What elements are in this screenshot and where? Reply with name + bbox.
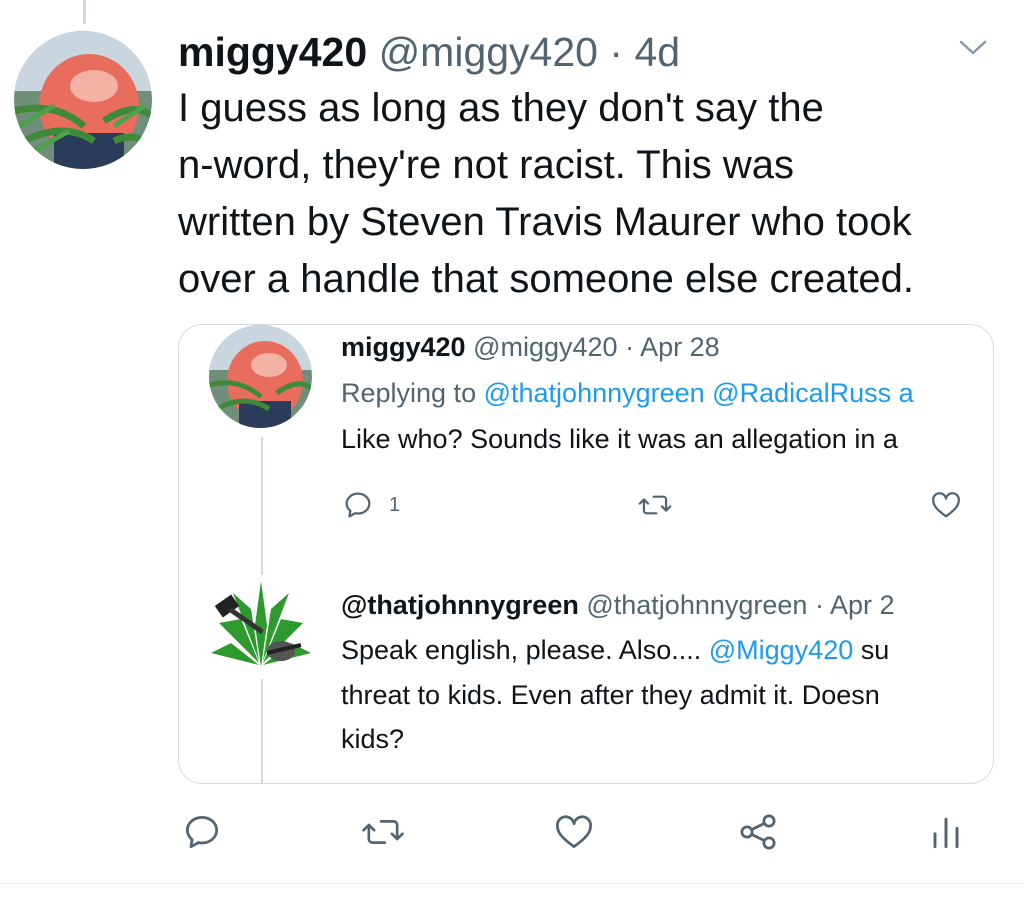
quote-separator: ·	[625, 332, 635, 362]
quote-author-2-name[interactable]: @thatjohnnygreen	[341, 590, 579, 620]
tweet-text-line: over a handle that someone else created.	[178, 257, 915, 301]
heart-icon	[932, 492, 960, 518]
quote-author-2-avatar[interactable]	[209, 575, 313, 679]
analytics-button[interactable]	[924, 810, 968, 859]
reply-icon	[185, 815, 219, 849]
quote-header-2: @thatjohnnygreen @thatjohnnygreen · Apr …	[341, 587, 895, 623]
reply-handles-link[interactable]: @thatjohnnygreen @RadicalRuss a	[484, 378, 914, 408]
quote-author-avatar[interactable]	[209, 325, 312, 428]
bottom-divider	[0, 883, 1024, 884]
quote-text-2-line-2: threat to kids. Even after they admit it…	[341, 680, 880, 710]
quote-text-2-suffix: su	[860, 635, 890, 665]
replying-to-label: Replying to	[341, 378, 477, 408]
header-separator: ·	[609, 29, 624, 75]
quote-2-separator: ·	[814, 590, 824, 620]
quote-like-button[interactable]	[929, 488, 963, 522]
heart-icon	[556, 815, 592, 849]
quote-text-2-line-1: Speak english, please. Also.... @Miggy42…	[341, 632, 889, 668]
tweet-text-line: n-word, they're not racist. This was	[178, 143, 795, 187]
share-button[interactable]	[736, 810, 780, 859]
retweet-icon	[638, 495, 672, 515]
quote-text-2-line-3: kids?	[341, 724, 405, 754]
replying-to-line: Replying to @thatjohnnygreen @RadicalRus…	[341, 375, 914, 411]
quote-retweet-button[interactable]	[637, 488, 673, 522]
reply-icon	[345, 492, 371, 518]
quoted-thread-card[interactable]: miggy420 @miggy420 · Apr 28 Replying to …	[178, 324, 994, 784]
thread-connector-top	[83, 0, 86, 24]
chevron-down-icon[interactable]	[956, 34, 990, 60]
share-icon	[740, 814, 776, 850]
quote-text-2-prefix: Speak english, please. Also....	[341, 635, 702, 665]
quote-timestamp[interactable]: Apr 28	[640, 332, 720, 362]
retweet-button[interactable]	[360, 810, 406, 859]
quote-text-1: Like who? Sounds like it was an allegati…	[341, 424, 898, 454]
quote-author-2-handle[interactable]: @thatjohnnygreen	[586, 590, 807, 620]
tweet-text: I guess as long as they don't say the n-…	[178, 80, 1008, 308]
author-name[interactable]: miggy420	[178, 29, 367, 75]
author-handle[interactable]: @miggy420	[379, 29, 598, 75]
analytics-icon	[933, 817, 959, 849]
quote-header-1: miggy420 @miggy420 · Apr 28	[341, 329, 720, 365]
like-button[interactable]	[552, 810, 596, 859]
tweet-header: miggy420 @miggy420 · 4d	[178, 26, 680, 78]
tweet-text-line: I guess as long as they don't say the	[178, 86, 824, 130]
quote-reply-button[interactable]: 1	[341, 488, 400, 522]
quote-action-bar: 1	[341, 488, 981, 528]
quote-author-handle[interactable]: @miggy420	[473, 332, 617, 362]
reply-button[interactable]	[180, 810, 224, 859]
mention-link[interactable]: @Miggy420	[709, 635, 853, 665]
tweet-timestamp[interactable]: 4d	[634, 29, 680, 75]
quote-reply-count: 1	[389, 493, 401, 516]
tweet-action-bar	[180, 810, 980, 862]
author-avatar[interactable]	[14, 31, 152, 169]
tweet-text-line: written by Steven Travis Maurer who took	[178, 200, 912, 244]
retweet-icon	[362, 820, 404, 844]
quote-author-name[interactable]: miggy420	[341, 332, 466, 362]
quote-2-timestamp[interactable]: Apr 2	[830, 590, 895, 620]
